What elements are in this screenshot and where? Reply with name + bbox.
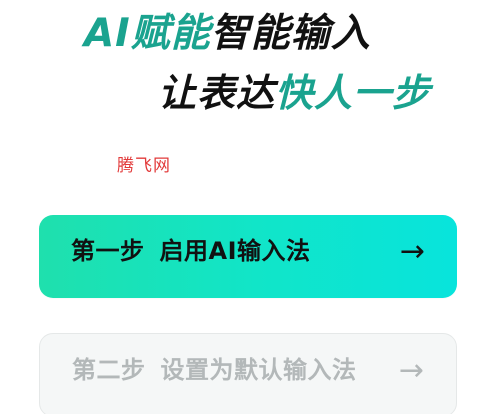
watermark-text: 腾飞网 [117,156,171,176]
hero-line-1: AI赋能智能输入 [84,14,371,53]
arrow-right-icon: → [398,353,424,388]
step-2-label: 设置为默认输入法 [160,356,357,384]
hero-line-2: 让表达快人一步 [158,74,431,112]
step-2-prefix: 第二步 [72,356,146,384]
step-1-enable-ime-button[interactable]: 第一步 启用AI输入法 → [39,215,457,298]
step-2-text: 第二步 设置为默认输入法 [72,358,357,382]
step-1-text: 第一步 启用AI输入法 [71,239,311,263]
hero-title-area: AI赋能智能输入 让表达快人一步 [0,0,480,150]
hero-line-1-accent: AI赋能 [84,11,211,56]
arrow-right-icon: → [399,234,425,269]
step-1-prefix: 第一步 [71,237,145,265]
hero-line-2-dark: 让表达 [158,71,276,115]
step-1-label: 启用AI输入法 [159,237,311,265]
step-2-set-default-button[interactable]: 第二步 设置为默认输入法 → [39,333,457,414]
hero-line-2-accent: 快人一步 [275,71,432,115]
hero-line-1-dark: 智能输入 [210,11,371,56]
